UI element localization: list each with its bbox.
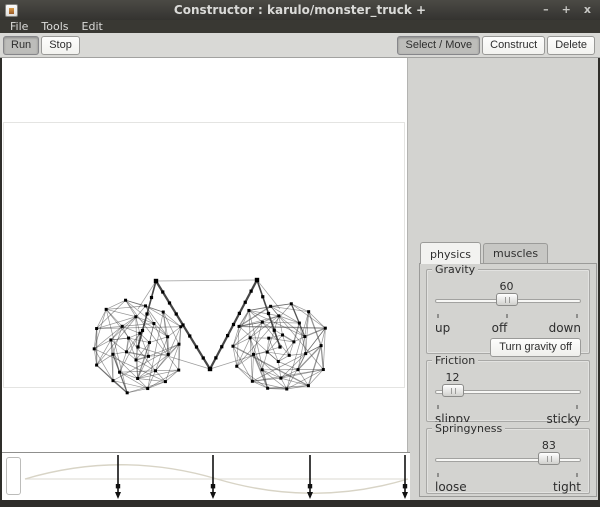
settings-panel: physics muscles Gravity 60 up off down T… [409, 58, 598, 500]
gravity-ticks [435, 314, 581, 320]
springyness-label-loose: loose [435, 480, 467, 494]
app-icon [5, 3, 18, 17]
muscle-wave[interactable] [2, 453, 410, 500]
friction-label-sticky: sticky [546, 412, 581, 426]
springyness-labels: loose tight [435, 480, 581, 494]
springyness-slider-thumb[interactable] [537, 452, 560, 465]
construct-button[interactable]: Construct [482, 35, 546, 55]
menubar: File Tools Edit [0, 20, 600, 33]
tab-muscles[interactable]: muscles [483, 243, 549, 263]
gravity-labels: up off down [435, 321, 581, 335]
titlebar[interactable]: Constructor : karulo/monster_truck + – +… [0, 0, 600, 20]
friction-slider: 12 [435, 371, 581, 405]
gravity-label-off: off [491, 321, 508, 335]
gravity-slider: 60 [435, 280, 581, 314]
mode-buttons: Select / Move Construct Delete [397, 35, 597, 55]
springyness-slider: 83 [435, 439, 581, 473]
muscle-timeline[interactable] [2, 452, 410, 500]
friction-slider-thumb[interactable] [441, 384, 464, 397]
menu-edit[interactable]: Edit [79, 20, 113, 33]
springyness-value: 83 [541, 439, 556, 452]
springyness-group: Springyness 83 loose tight [426, 422, 590, 494]
springyness-label-tight: tight [553, 480, 581, 494]
window-title: Constructor : karulo/monster_truck + [173, 3, 427, 17]
run-button[interactable]: Run [3, 35, 40, 55]
delete-button[interactable]: Delete [547, 35, 595, 55]
app-window: Constructor : karulo/monster_truck + – +… [0, 0, 600, 507]
turn-gravity-off-button[interactable]: Turn gravity off [490, 338, 581, 357]
gravity-value: 60 [499, 280, 514, 293]
minimize-icon[interactable]: – [543, 0, 549, 20]
model-canvas[interactable] [2, 58, 408, 500]
monster-truck-model[interactable] [2, 58, 408, 500]
stop-button[interactable]: Stop [41, 35, 80, 55]
main-content: physics muscles Gravity 60 up off down T… [2, 58, 598, 500]
panel-tabs: physics muscles [420, 242, 550, 264]
maximize-icon[interactable]: + [562, 0, 571, 20]
friction-group: Friction 12 slippy sticky [426, 354, 590, 426]
amplitude-handle[interactable] [6, 457, 21, 495]
close-icon[interactable]: x [584, 0, 591, 20]
menu-file[interactable]: File [7, 20, 38, 33]
gravity-slider-thumb[interactable] [495, 293, 518, 306]
friction-ticks [435, 405, 581, 411]
gravity-title: Gravity [432, 263, 479, 276]
select-move-button[interactable]: Select / Move [397, 35, 481, 55]
friction-value: 12 [445, 371, 460, 384]
springyness-ticks [435, 473, 581, 479]
gravity-label-down: down [548, 321, 581, 335]
menu-tools[interactable]: Tools [38, 20, 78, 33]
toolbar: Run Stop Select / Move Construct Delete [0, 33, 600, 58]
springyness-title: Springyness [432, 422, 506, 435]
physics-tab-content: Gravity 60 up off down Turn gravity off … [419, 263, 597, 497]
gravity-label-up: up [435, 321, 451, 335]
window-controls: – + x [543, 0, 591, 20]
tab-physics[interactable]: physics [420, 242, 482, 264]
friction-title: Friction [432, 354, 479, 367]
gravity-group: Gravity 60 up off down Turn gravity off [426, 263, 590, 357]
